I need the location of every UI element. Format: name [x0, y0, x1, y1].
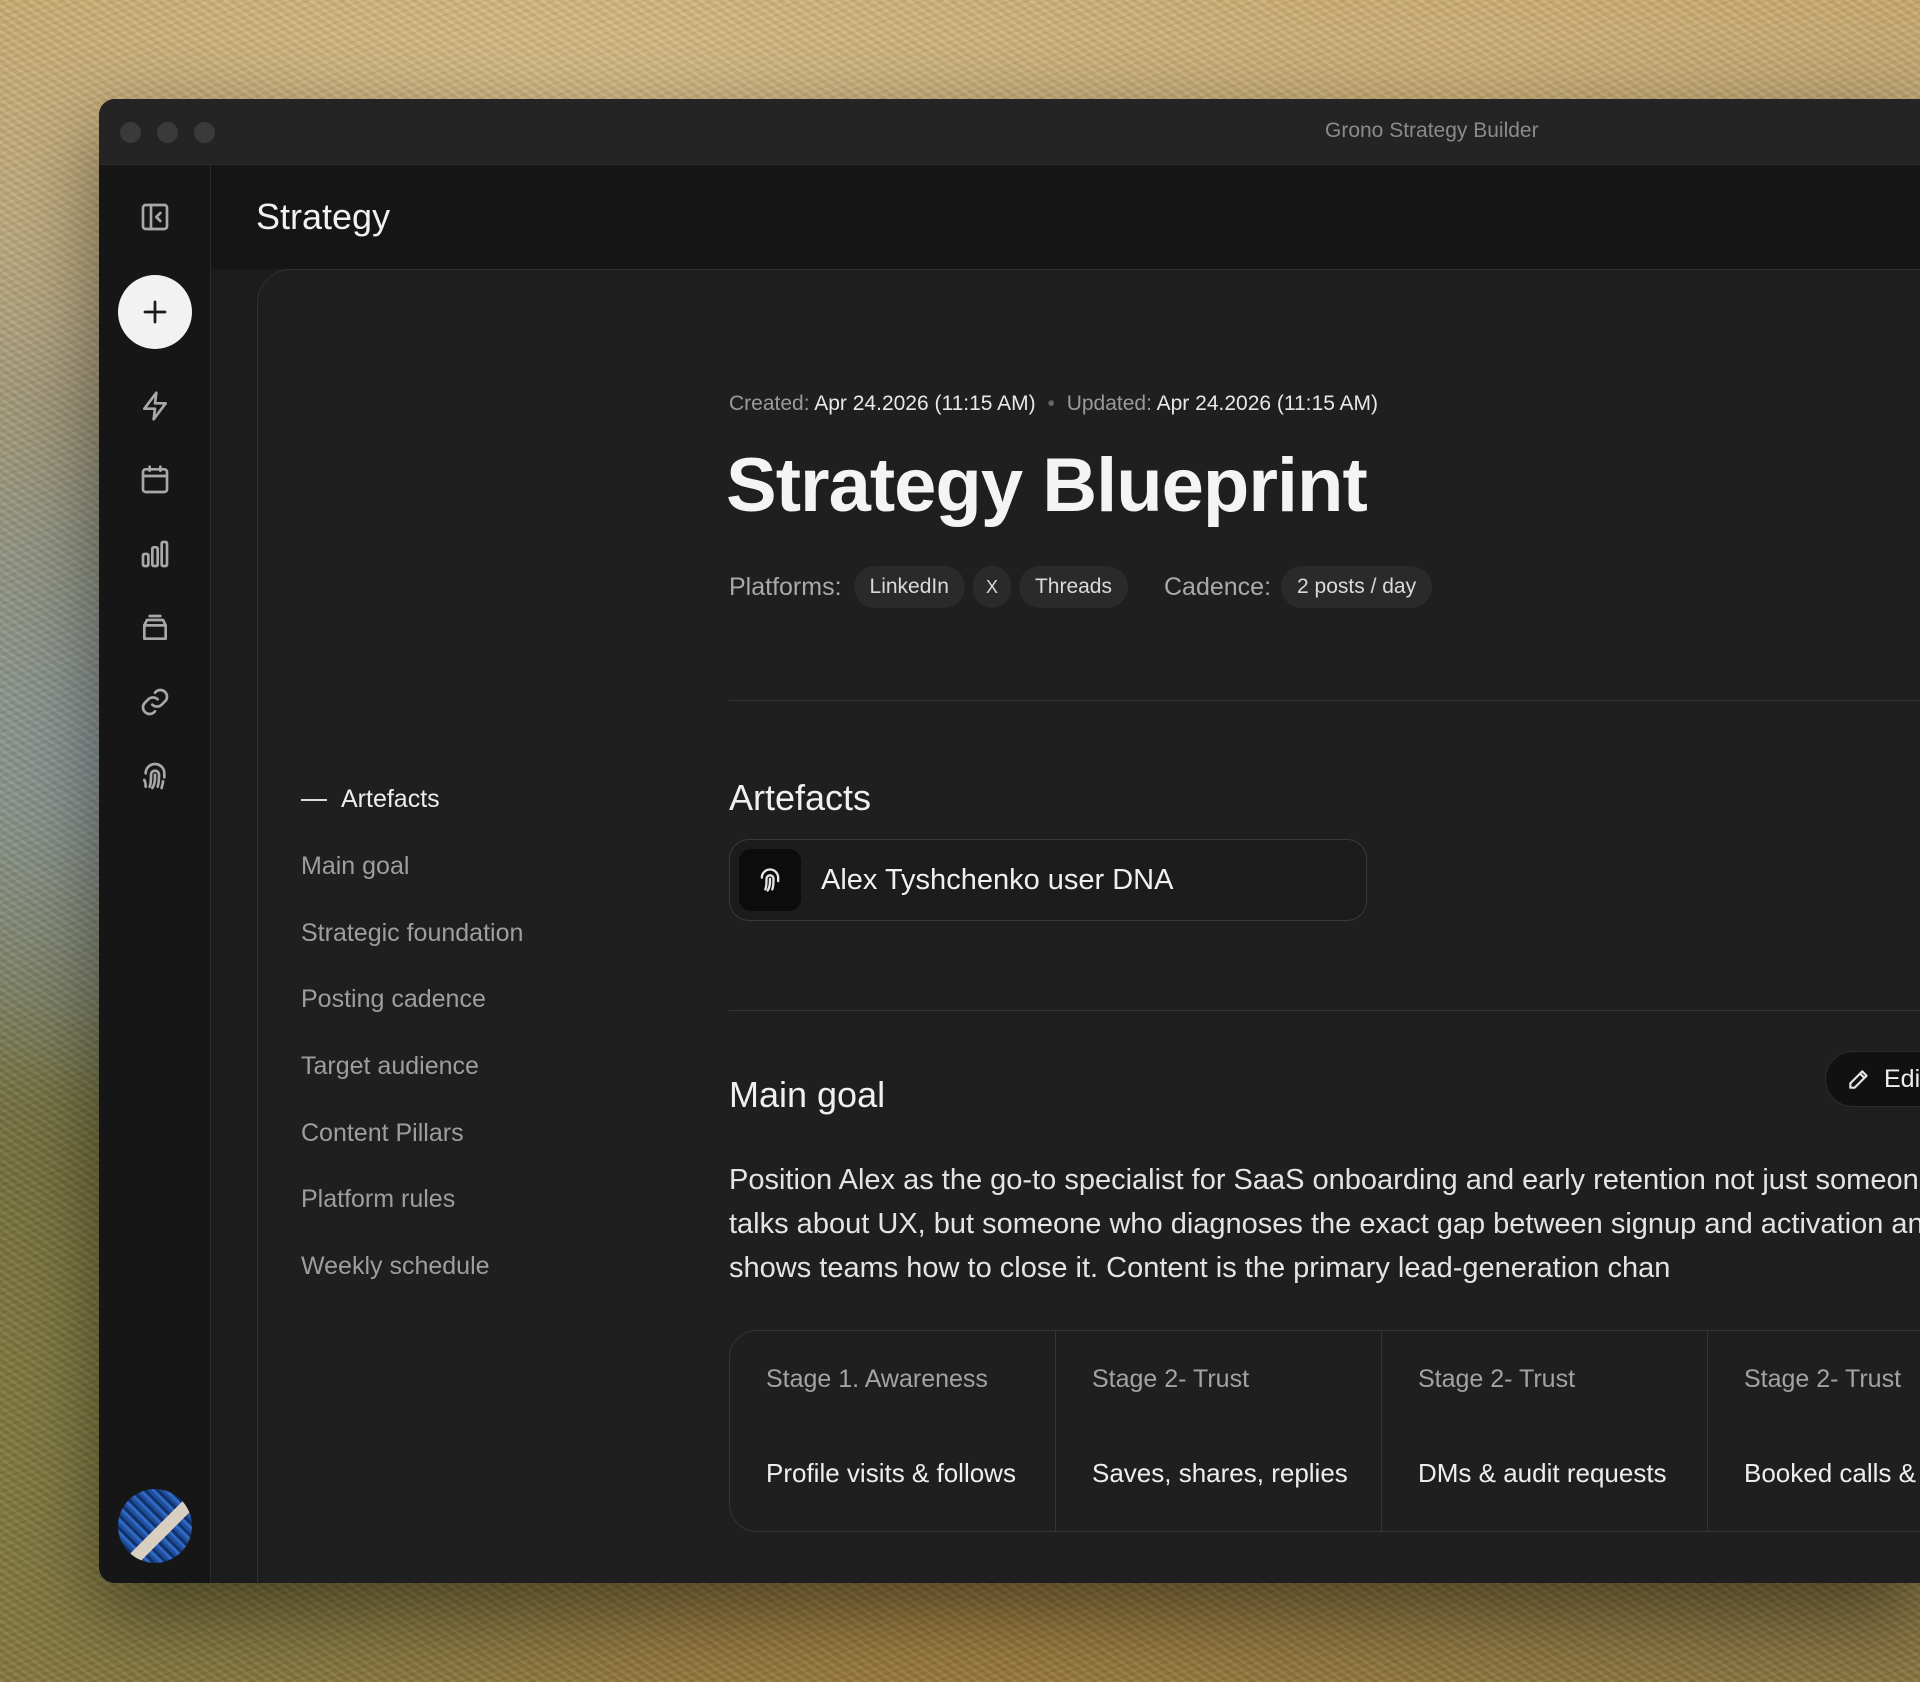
maximize-window-button[interactable] — [194, 122, 215, 143]
sidebar-rail — [99, 165, 211, 1583]
updated-date: Apr 24.2026 (11:15 AM) — [1156, 392, 1379, 415]
stage-label: Stage 2- Trust — [1418, 1365, 1576, 1393]
fingerprint-icon[interactable] — [136, 757, 174, 795]
calendar-icon[interactable] — [136, 461, 174, 499]
edit-button[interactable]: Edit — [1825, 1051, 1920, 1107]
inbox-icon[interactable] — [136, 609, 174, 647]
stage-value: Saves, shares, replies — [1092, 1458, 1348, 1488]
toc-item-label: Artefacts — [341, 785, 440, 813]
platforms-label: Platforms: — [729, 572, 842, 601]
created-date: Apr 24.2026 (11:15 AM) — [814, 392, 1036, 415]
page-title: Strategy — [256, 196, 391, 237]
strategy-document: Created: Apr 24.2026 (11:15 AM) • Update… — [257, 269, 1920, 1583]
toc-item-artefacts[interactable]: Artefacts — [301, 785, 440, 814]
app-window: Grono Strategy Builder Strategy Created:… — [99, 99, 1920, 1583]
minimize-window-button[interactable] — [157, 122, 178, 143]
funnel-stages: Stage 1. Awareness Profile visits & foll… — [729, 1330, 1920, 1532]
stage-card: Stage 2- Trust DMs & audit requests — [1382, 1331, 1708, 1531]
new-strategy-button[interactable] — [118, 275, 192, 349]
stage-label: Stage 2- Trust — [1092, 1365, 1250, 1393]
link-icon[interactable] — [136, 683, 174, 721]
main-goal-heading: Main goal — [729, 1074, 886, 1115]
stage-card: Stage 1. Awareness Profile visits & foll… — [730, 1331, 1056, 1531]
toc-item-posting-cadence[interactable]: Posting cadence — [301, 985, 486, 1014]
stage-card: Stage 2- Trust Saves, shares, replies — [1056, 1331, 1382, 1531]
toc-item-content-pillars[interactable]: Content Pillars — [301, 1119, 464, 1148]
artefacts-heading: Artefacts — [729, 777, 872, 818]
meta-separator: • — [1047, 392, 1055, 415]
stage-label: Stage 1. Awareness — [766, 1365, 988, 1393]
active-indicator — [301, 798, 327, 801]
toc-item-target-audience[interactable]: Target audience — [301, 1052, 479, 1081]
artefact-label: Alex Tyshchenko user DNA — [821, 863, 1174, 896]
document-title: Strategy Blueprint — [726, 443, 1368, 528]
updated-label: Updated: — [1066, 392, 1152, 415]
window-title: Grono Strategy Builder — [1325, 119, 1539, 142]
plus-icon — [143, 300, 167, 324]
bar-chart-icon[interactable] — [136, 535, 174, 573]
stage-label: Stage 2- Trust — [1744, 1365, 1902, 1393]
fingerprint-icon — [739, 849, 801, 911]
lightning-icon[interactable] — [136, 387, 174, 425]
toc-item-main-goal[interactable]: Main goal — [301, 852, 409, 881]
collapse-sidebar-icon[interactable] — [136, 198, 174, 236]
stage-card: Stage 2- Trust Booked calls & clients — [1708, 1331, 1920, 1531]
toc-item-strategic-foundation[interactable]: Strategic foundation — [301, 919, 523, 948]
platform-chip-threads: Threads — [1018, 566, 1128, 608]
stage-value: DMs & audit requests — [1418, 1458, 1667, 1488]
pencil-icon — [1849, 1070, 1868, 1089]
stage-value: Profile visits & follows — [766, 1458, 1016, 1488]
stage-value: Booked calls & clients — [1744, 1458, 1920, 1488]
page-header: Strategy — [211, 165, 1920, 269]
main-goal-description: Position Alex as the go-to specialist fo… — [729, 1164, 1920, 1284]
platform-chip-linkedin: LinkedIn — [853, 566, 965, 608]
cadence-chip: 2 posts / day — [1281, 566, 1433, 608]
document-meta: Created: Apr 24.2026 (11:15 AM) • Update… — [729, 392, 1378, 416]
cadence-label: Cadence: — [1164, 572, 1272, 601]
user-avatar[interactable] — [118, 1489, 192, 1563]
edit-button-label: Edit — [1884, 1064, 1920, 1093]
toc-item-weekly-schedule[interactable]: Weekly schedule — [301, 1252, 490, 1281]
close-window-button[interactable] — [120, 122, 141, 143]
created-label: Created: — [729, 392, 810, 415]
toc-item-platform-rules[interactable]: Platform rules — [301, 1185, 455, 1214]
section-divider — [729, 1010, 1920, 1011]
platforms-row: Platforms: LinkedIn X Threads Cadence: 2… — [729, 566, 1440, 608]
section-divider — [729, 700, 1920, 701]
title-bar: Grono Strategy Builder — [99, 99, 1920, 165]
platform-chip-x: X — [972, 566, 1011, 608]
artefact-card[interactable]: Alex Tyshchenko user DNA — [729, 839, 1367, 921]
